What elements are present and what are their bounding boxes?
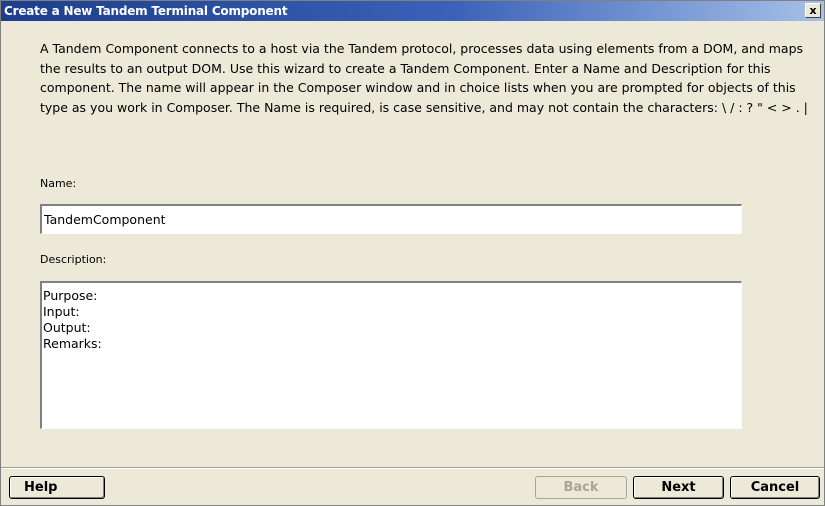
close-icon: x <box>809 4 817 17</box>
name-input[interactable] <box>40 204 742 234</box>
window-title: Create a New Tandem Terminal Component <box>4 4 288 18</box>
intro-text: A Tandem Component connects to a host vi… <box>40 41 808 115</box>
title-bar[interactable]: Create a New Tandem Terminal Component x <box>1 1 824 21</box>
footer-separator <box>1 467 824 469</box>
close-button[interactable]: x <box>805 3 821 18</box>
cancel-button[interactable]: Cancel <box>730 476 820 499</box>
wizard-dialog: Create a New Tandem Terminal Component x… <box>0 0 825 506</box>
back-button[interactable]: Back <box>535 476 627 499</box>
description-textarea[interactable]: Purpose: Input: Output: Remarks: <box>40 281 742 429</box>
description-label: Description: <box>40 253 107 266</box>
help-button[interactable]: Help <box>9 476 105 499</box>
name-label: Name: <box>40 177 77 190</box>
next-button[interactable]: Next <box>633 476 724 499</box>
